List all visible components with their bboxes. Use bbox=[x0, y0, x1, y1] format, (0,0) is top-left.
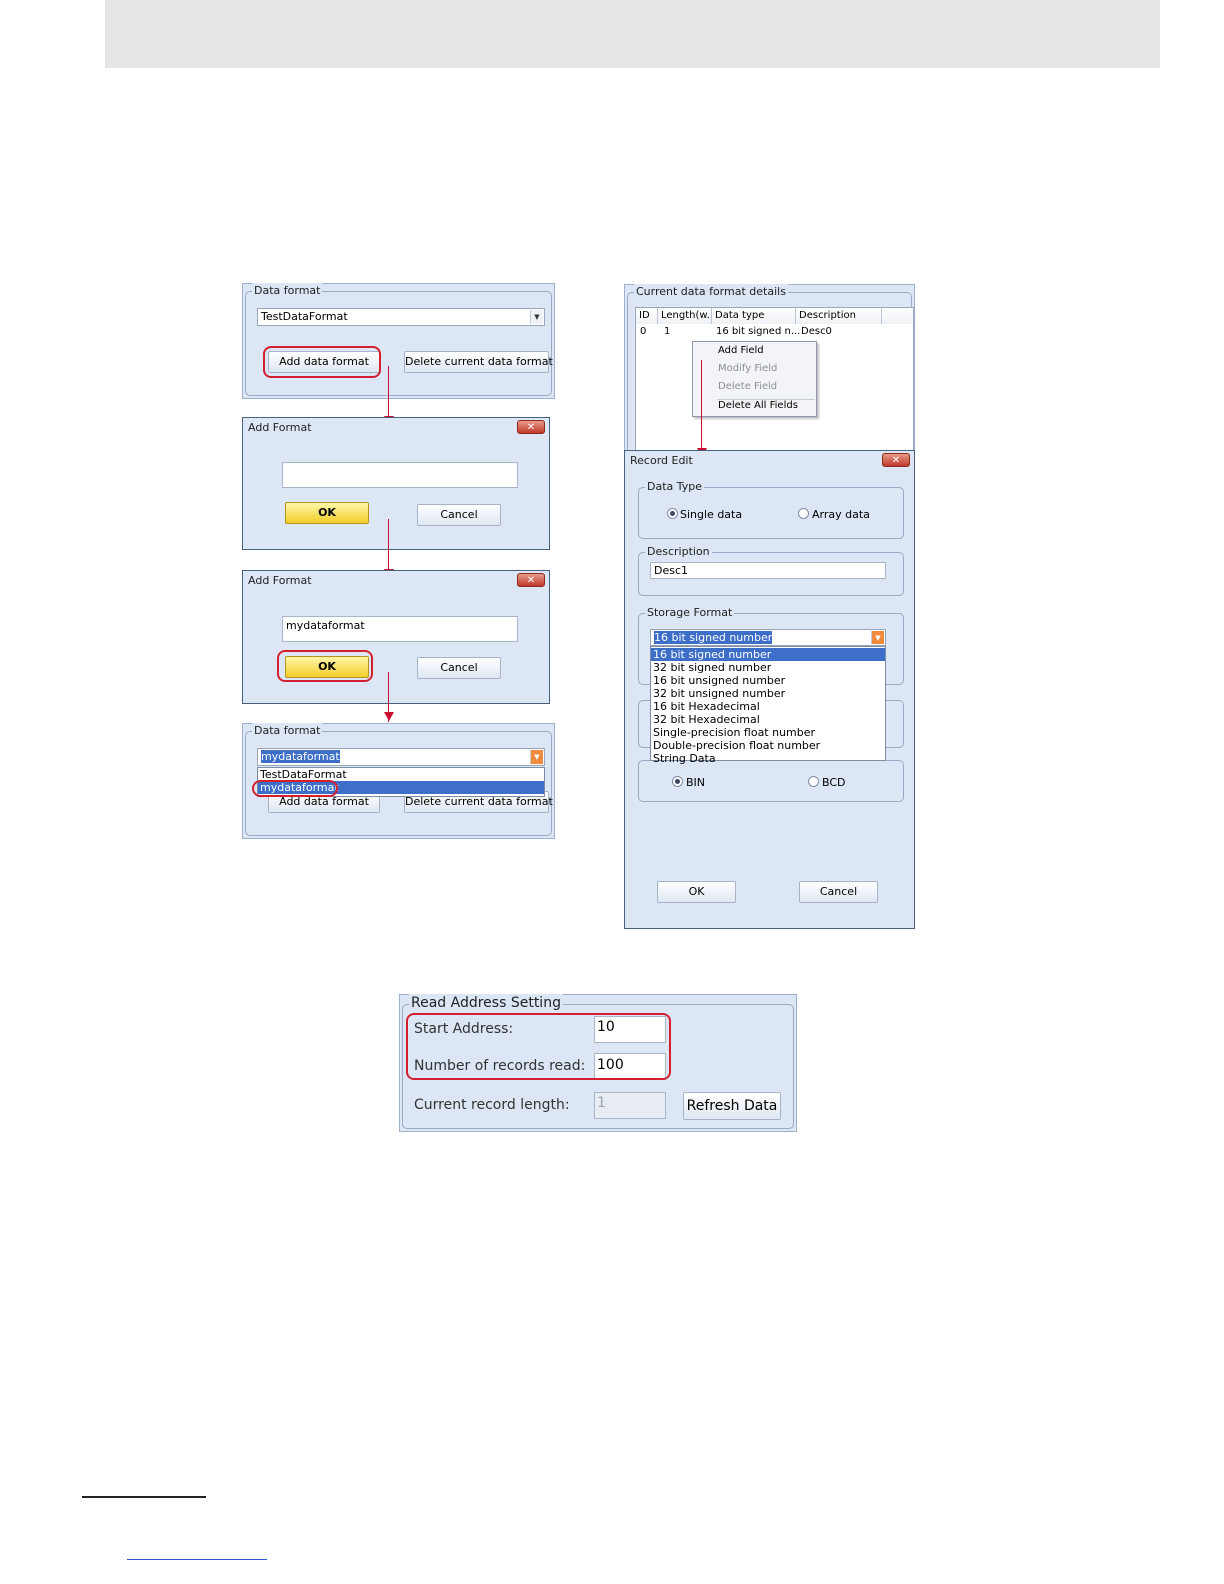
column-header-filler bbox=[882, 308, 913, 324]
highlight-address-inputs bbox=[406, 1013, 671, 1080]
data-format-group-label: Data format bbox=[252, 723, 323, 739]
table-row[interactable]: 0 1 16 bit signed n... Desc0 bbox=[636, 325, 913, 339]
data-format-group: Data format bbox=[245, 283, 552, 396]
read-address-group-label: Read Address Setting bbox=[409, 994, 563, 1012]
storage-format-options: 16 bit signed number 32 bit signed numbe… bbox=[650, 646, 886, 765]
column-header-id[interactable]: ID bbox=[636, 308, 658, 324]
highlight-new-format bbox=[252, 780, 338, 797]
data-format-combo[interactable]: TestDataFormat ▼ bbox=[257, 308, 545, 326]
close-icon[interactable]: ✕ bbox=[517, 573, 545, 587]
details-group-label: Current data format details bbox=[634, 284, 788, 300]
data-format-combo-value: mydataformat bbox=[261, 750, 340, 763]
ok-button[interactable]: OK bbox=[285, 502, 369, 524]
bin-radio[interactable] bbox=[672, 776, 683, 787]
format-name-input[interactable] bbox=[282, 462, 518, 488]
bcd-label: BCD bbox=[822, 776, 846, 789]
data-format-combo[interactable]: mydataformat ▼ bbox=[257, 748, 545, 766]
flow-arrow-2 bbox=[388, 519, 389, 569]
column-header-data-type[interactable]: Data type bbox=[712, 308, 796, 324]
cancel-button[interactable]: Cancel bbox=[417, 504, 501, 526]
menu-item-modify-field[interactable]: Modify Field bbox=[693, 360, 816, 378]
dialog-title: Add Format bbox=[248, 421, 312, 434]
dialog-title: Add Format bbox=[248, 574, 312, 587]
storage-option[interactable]: 16 bit signed number bbox=[651, 648, 885, 661]
chevron-down-icon[interactable]: ▼ bbox=[530, 750, 543, 764]
highlight-add-button bbox=[263, 346, 381, 378]
storage-format-value: 16 bit signed number bbox=[654, 631, 773, 644]
format-name-input[interactable]: mydataformat bbox=[282, 616, 518, 642]
menu-item-delete-field[interactable]: Delete Field bbox=[693, 378, 816, 396]
chevron-down-icon[interactable]: ▼ bbox=[871, 631, 884, 644]
refresh-data-button[interactable]: Refresh Data bbox=[683, 1092, 781, 1120]
record-edit-dialog: Record Edit ✕ Data Type Single data Arra… bbox=[624, 450, 915, 929]
details-panel: Current data format details ID Length(w.… bbox=[624, 284, 915, 459]
close-icon[interactable]: ✕ bbox=[882, 453, 910, 467]
context-menu: Add Field Modify Field Delete Field Dele… bbox=[692, 341, 817, 417]
storage-option[interactable]: 16 bit unsigned number bbox=[651, 674, 885, 687]
chevron-down-icon[interactable]: ▼ bbox=[530, 310, 543, 324]
single-data-radio[interactable] bbox=[667, 508, 678, 519]
footer-rule bbox=[82, 1496, 206, 1498]
bcd-radio[interactable] bbox=[808, 776, 819, 787]
storage-option[interactable]: String Data bbox=[651, 752, 885, 765]
data-type-label: Data Type bbox=[645, 479, 705, 495]
cancel-button[interactable]: Cancel bbox=[799, 881, 878, 903]
menu-item-add-field[interactable]: Add Field bbox=[693, 342, 816, 360]
menu-separator bbox=[717, 399, 815, 400]
storage-option[interactable]: 16 bit Hexadecimal bbox=[651, 700, 885, 713]
flow-arrow-1 bbox=[388, 366, 389, 416]
data-format-group-label: Data format bbox=[252, 283, 323, 299]
cell-data-type: 16 bit signed n... bbox=[716, 326, 801, 337]
storage-format-label: Storage Format bbox=[645, 605, 735, 621]
flow-arrow-4 bbox=[701, 360, 702, 448]
add-format-dialog-filled: Add Format ✕ mydataformat OK Cancel bbox=[242, 570, 550, 704]
description-label: Description bbox=[645, 544, 712, 560]
record-length-input: 1 bbox=[594, 1092, 666, 1119]
cell-id: 0 bbox=[640, 326, 647, 337]
storage-option[interactable]: 32 bit Hexadecimal bbox=[651, 713, 885, 726]
close-icon[interactable]: ✕ bbox=[517, 420, 545, 434]
ok-button[interactable]: OK bbox=[657, 881, 736, 903]
storage-format-combo[interactable]: 16 bit signed number ▼ bbox=[650, 629, 886, 646]
record-length-label: Current record length: bbox=[414, 1097, 570, 1113]
add-format-dialog-empty: Add Format ✕ OK Cancel bbox=[242, 417, 550, 550]
data-format-combo-value: TestDataFormat bbox=[261, 310, 348, 323]
array-data-label: Array data bbox=[812, 508, 870, 521]
flow-arrow-3-head bbox=[384, 712, 394, 721]
highlight-ok-button bbox=[277, 650, 373, 682]
cancel-button[interactable]: Cancel bbox=[417, 657, 501, 679]
header-band bbox=[105, 0, 1160, 68]
footer-link-line bbox=[127, 1559, 267, 1560]
column-header-length[interactable]: Length(w... bbox=[658, 308, 712, 324]
single-data-label: Single data bbox=[680, 508, 743, 521]
storage-option[interactable]: Single-precision float number bbox=[651, 726, 885, 739]
dialog-title: Record Edit bbox=[630, 454, 693, 467]
data-format-panel-initial: Data format TestDataFormat ▼ Add data fo… bbox=[242, 283, 555, 399]
delete-data-format-button[interactable]: Delete current data format bbox=[404, 351, 553, 373]
column-header-description[interactable]: Description bbox=[796, 308, 882, 324]
storage-option[interactable]: Double-precision float number bbox=[651, 739, 885, 752]
storage-option[interactable]: 32 bit unsigned number bbox=[651, 687, 885, 700]
array-data-radio[interactable] bbox=[798, 508, 809, 519]
cell-description: Desc0 bbox=[801, 326, 832, 337]
bin-label: BIN bbox=[686, 776, 706, 789]
cell-length: 1 bbox=[664, 326, 671, 337]
description-input[interactable]: Desc1 bbox=[650, 562, 886, 579]
storage-option[interactable]: 32 bit signed number bbox=[651, 661, 885, 674]
